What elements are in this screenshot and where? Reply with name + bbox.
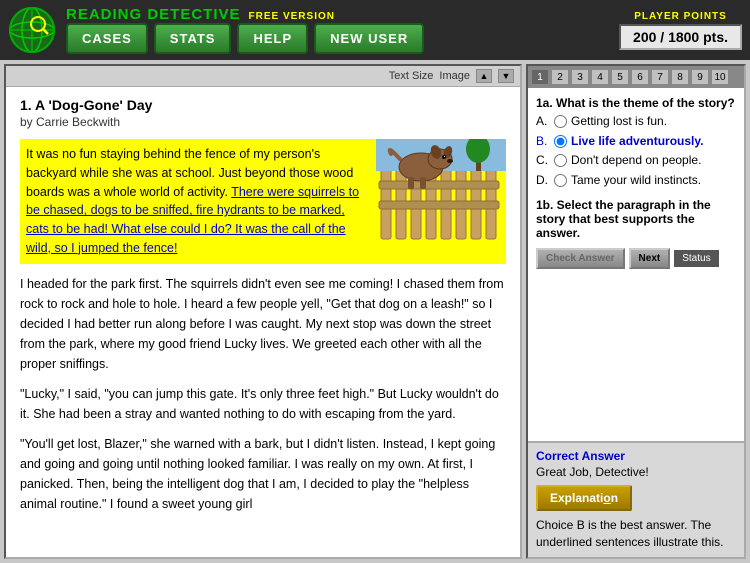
player-points-label: PLAYER POINTS <box>634 11 727 22</box>
correct-answer-section: Correct Answer Great Job, Detective! Exp… <box>528 441 744 557</box>
explanation-button[interactable]: Explanation <box>536 485 632 511</box>
q-tab-6[interactable]: 6 <box>631 69 649 85</box>
main-content: Text Size Image ▲ ▼ 1. A 'Dog-Gone' Day … <box>0 60 750 563</box>
text-size-down-button[interactable]: ▼ <box>498 69 514 83</box>
radio-d[interactable] <box>554 174 567 187</box>
story-paragraph-3: "You'll get lost, Blazer," she warned wi… <box>20 434 506 514</box>
check-answer-row: Check Answer Next Status <box>536 248 736 269</box>
brand-title: READING DETECTIVE <box>66 6 241 23</box>
radio-b[interactable] <box>554 135 567 148</box>
cases-button[interactable]: CASES <box>66 23 148 54</box>
answer-option-d[interactable]: D. Tame your wild instincts. <box>536 173 736 189</box>
toolbar: Text Size Image ▲ ▼ <box>6 66 520 87</box>
q-tab-5[interactable]: 5 <box>611 69 629 85</box>
right-panel: 1 2 3 4 5 6 7 8 9 10 1a. What is the the… <box>526 64 746 559</box>
dog-image <box>376 139 506 252</box>
story-paragraph-2: "Lucky," I said, "you can jump this gate… <box>20 384 506 424</box>
q1b-section: 1b. Select the paragraph in the story th… <box>536 198 736 240</box>
correct-answer-title: Correct Answer <box>536 449 736 463</box>
answer-option-a[interactable]: A. Getting lost is fun. <box>536 114 736 130</box>
q-tab-4[interactable]: 4 <box>591 69 609 85</box>
brand-free-label: FREE VERSION <box>249 11 335 22</box>
radio-c[interactable] <box>554 154 567 167</box>
q-tab-8[interactable]: 8 <box>671 69 689 85</box>
story-title: 1. A 'Dog-Gone' Day <box>20 97 506 113</box>
check-answer-button[interactable]: Check Answer <box>536 248 625 269</box>
option-b-text: Live life adventurously. <box>571 134 703 150</box>
option-c-text: Don't depend on people. <box>571 153 701 169</box>
option-b-letter: B. <box>536 134 550 150</box>
image-label: Image <box>439 70 470 82</box>
answer-option-c[interactable]: C. Don't depend on people. <box>536 153 736 169</box>
q1b-label: 1b. Select the paragraph in the story th… <box>536 198 736 240</box>
q-tab-10[interactable]: 10 <box>711 69 729 85</box>
q-tab-2[interactable]: 2 <box>551 69 569 85</box>
nav-buttons: CASES STATS HELP NEW USER <box>66 23 599 54</box>
story-paragraph-1: I headed for the park first. The squirre… <box>20 274 506 374</box>
story-area: 1. A 'Dog-Gone' Day by Carrie Beckwith <box>6 87 520 557</box>
help-button[interactable]: HELP <box>237 23 308 54</box>
explanation-btn-label: Explanation <box>550 491 618 505</box>
next-button[interactable]: Next <box>629 248 671 269</box>
app-header: READING DETECTIVE FREE VERSION CASES STA… <box>0 0 750 60</box>
dog-fence-illustration <box>376 139 506 249</box>
option-a-text: Getting lost is fun. <box>571 114 667 130</box>
reading-panel: Text Size Image ▲ ▼ 1. A 'Dog-Gone' Day … <box>4 64 522 559</box>
correct-answer-message: Great Job, Detective! <box>536 465 736 479</box>
q-tab-3[interactable]: 3 <box>571 69 589 85</box>
brand-area: READING DETECTIVE FREE VERSION CASES STA… <box>66 6 599 54</box>
stats-button[interactable]: STATS <box>154 23 232 54</box>
explanation-text: Choice B is the best answer. The underli… <box>536 517 736 551</box>
questions-area: 1a. What is the theme of the story? A. G… <box>528 88 744 441</box>
q-tab-7[interactable]: 7 <box>651 69 669 85</box>
question-tabs: 1 2 3 4 5 6 7 8 9 10 <box>528 66 744 88</box>
option-d-text: Tame your wild instincts. <box>571 173 701 189</box>
player-points-area: PLAYER POINTS 200 / 1800 pts. <box>619 11 742 50</box>
option-c-letter: C. <box>536 153 550 169</box>
option-a-letter: A. <box>536 114 550 130</box>
q1a-label: 1a. What is the theme of the story? <box>536 96 736 110</box>
text-size-label: Text Size <box>389 70 434 82</box>
option-d-letter: D. <box>536 173 550 189</box>
text-size-up-button[interactable]: ▲ <box>476 69 492 83</box>
logo-icon <box>8 6 56 54</box>
q-tab-1[interactable]: 1 <box>531 69 549 85</box>
radio-a[interactable] <box>554 115 567 128</box>
player-points-display: 200 / 1800 pts. <box>619 24 742 50</box>
answer-option-b[interactable]: B. Live life adventurously. <box>536 134 736 150</box>
new-user-button[interactable]: NEW USER <box>314 23 424 54</box>
status-display: Status <box>674 250 718 267</box>
story-author: by Carrie Beckwith <box>20 115 506 129</box>
q-tab-9[interactable]: 9 <box>691 69 709 85</box>
